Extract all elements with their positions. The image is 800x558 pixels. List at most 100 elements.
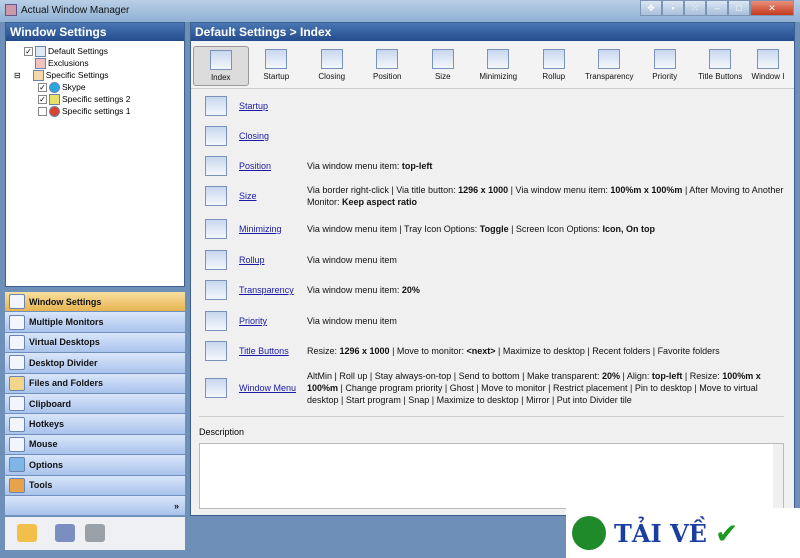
nav-more-button[interactable]: » (5, 495, 185, 517)
row-description: Via border right-click | Via title butto… (307, 185, 784, 207)
size-icon (431, 49, 454, 69)
tab-position[interactable]: Position (360, 46, 416, 86)
nav-label: Tools (29, 480, 53, 491)
index-row: Startup (199, 96, 784, 116)
checkbox[interactable] (38, 106, 47, 116)
tab-size[interactable]: Size (415, 46, 471, 86)
tab-label: Transparency (584, 72, 634, 81)
desktop-divider-icon (9, 355, 25, 371)
tab-window-menu[interactable]: Window I (748, 46, 788, 86)
index-icon (209, 50, 232, 70)
index-row: Window Menu AltMin | Roll up | Stay alway… (199, 370, 784, 406)
tree-item-specific-settings[interactable]: ⊟ Specific Settings (14, 69, 109, 81)
link-size[interactable]: Size (239, 191, 307, 201)
nav-hotkeys[interactable]: Hotkeys (5, 414, 185, 435)
watermark-logo: TẢI VỀ ✔ (566, 508, 800, 558)
nav-tools[interactable]: Tools (5, 475, 185, 496)
checkmark-icon: ✔ (714, 517, 739, 549)
checkbox[interactable]: ✓ (24, 46, 33, 56)
link-transparency[interactable]: Transparency (239, 285, 307, 295)
app-icon (5, 4, 17, 16)
monitors-icon (9, 314, 25, 330)
tab-minimizing[interactable]: Minimizing (471, 46, 527, 86)
nav-virtual-desktops[interactable]: Virtual Desktops (5, 332, 185, 354)
checkbox[interactable]: ✓ (38, 94, 47, 104)
link-title-buttons[interactable]: Title Buttons (239, 346, 307, 356)
window-menu-icon (757, 49, 779, 69)
tree-item-skype[interactable]: ✓ Skype (38, 81, 86, 93)
link-minimizing[interactable]: Minimizing (239, 224, 307, 234)
index-row: Rollup Via window menu item (199, 250, 784, 270)
link-priority[interactable]: Priority (239, 316, 307, 326)
maximize-button[interactable]: □ (728, 0, 750, 16)
collapse-icon[interactable]: ⊟ (14, 71, 21, 80)
nav-mouse[interactable]: Mouse (5, 434, 185, 456)
index-row: Priority Via window menu item (199, 311, 784, 331)
tab-label: Index (210, 73, 231, 82)
row-description: AltMin | Roll up | Stay always-on-top | … (307, 371, 761, 405)
index-row: Transparency Via window menu item: 20% (199, 280, 784, 300)
bottom-toolbar (5, 517, 185, 550)
closing-icon (320, 49, 343, 69)
tab-rollup[interactable]: Rollup (526, 46, 582, 86)
chrome-icon (49, 105, 60, 117)
nav-desktop-divider[interactable]: Desktop Divider (5, 353, 185, 374)
nav-clipboard[interactable]: Clipboard (5, 393, 185, 415)
link-startup[interactable]: Startup (239, 101, 307, 111)
minimize-button[interactable]: – (706, 0, 728, 16)
tab-priority[interactable]: Priority (637, 46, 693, 86)
checkbox[interactable]: ✓ (38, 82, 47, 92)
tab-transparency[interactable]: Transparency (582, 46, 638, 86)
index-row: Closing (199, 126, 784, 146)
index-row: Position Via window menu item: top-left (199, 156, 784, 176)
navigation-pane: Window Settings Multiple Monitors Virtua… (5, 292, 185, 517)
rollup-icon (205, 250, 227, 270)
tab-index[interactable]: Index (193, 46, 249, 86)
nav-files-and-folders[interactable]: Files and Folders (5, 373, 185, 394)
tab-label: Closing (318, 72, 346, 81)
description-label: Description (199, 427, 245, 437)
redo-icon[interactable] (85, 524, 105, 542)
tree-item-specific-settings-2[interactable]: ✓ Specific settings 2 (38, 93, 131, 105)
scrollbar[interactable] (773, 444, 783, 508)
pin-button[interactable]: ▪ (662, 0, 684, 16)
move-button[interactable]: ✥ (640, 0, 662, 16)
row-description: Via window menu item: top-left (307, 161, 433, 171)
close-button[interactable]: ✕ (750, 0, 794, 16)
nav-label: Desktop Divider (29, 357, 98, 368)
settings-tree-panel: Window Settings ✓ Default Settings Exclus… (5, 22, 185, 287)
folder-icon (32, 69, 44, 81)
description-box[interactable] (199, 443, 784, 509)
tab-closing[interactable]: Closing (304, 46, 360, 86)
nav-window-settings[interactable]: Window Settings (5, 292, 185, 313)
tab-label: Priority (652, 72, 678, 81)
left-panel-title: Window Settings (6, 23, 184, 41)
tree-item-default-settings[interactable]: ✓ Default Settings (24, 45, 108, 57)
tab-startup[interactable]: Startup (249, 46, 305, 86)
clover-icon (572, 516, 606, 550)
folders-icon (9, 375, 25, 391)
link-rollup[interactable]: Rollup (239, 255, 307, 265)
nav-label: Files and Folders (29, 378, 104, 389)
tree-item-label: Specific settings 2 (62, 94, 131, 104)
link-window-menu[interactable]: Window Menu (239, 383, 307, 393)
help-icon[interactable] (17, 524, 37, 542)
chevron-down-icon: » (173, 500, 179, 511)
minimizing-icon (487, 49, 510, 69)
rollup-button[interactable]: ⁙ (684, 0, 706, 16)
exclusions-icon (35, 57, 46, 69)
tools-icon (9, 477, 25, 493)
tree-item-exclusions[interactable]: Exclusions (35, 57, 89, 69)
row-description: Resize: 1296 x 1000 | Move to monitor: <… (307, 346, 720, 356)
nav-options[interactable]: Options (5, 455, 185, 476)
tab-title-buttons[interactable]: Title Buttons (693, 46, 749, 86)
link-closing[interactable]: Closing (239, 131, 307, 141)
link-position[interactable]: Position (239, 161, 307, 171)
position-icon (376, 49, 399, 69)
size-icon (205, 186, 227, 206)
tree-item-specific-settings-1[interactable]: Specific settings 1 (38, 105, 131, 117)
undo-icon[interactable] (55, 524, 75, 542)
tab-label: Size (434, 72, 451, 81)
nav-multiple-monitors[interactable]: Multiple Monitors (5, 312, 185, 333)
window-settings-icon (9, 294, 25, 310)
